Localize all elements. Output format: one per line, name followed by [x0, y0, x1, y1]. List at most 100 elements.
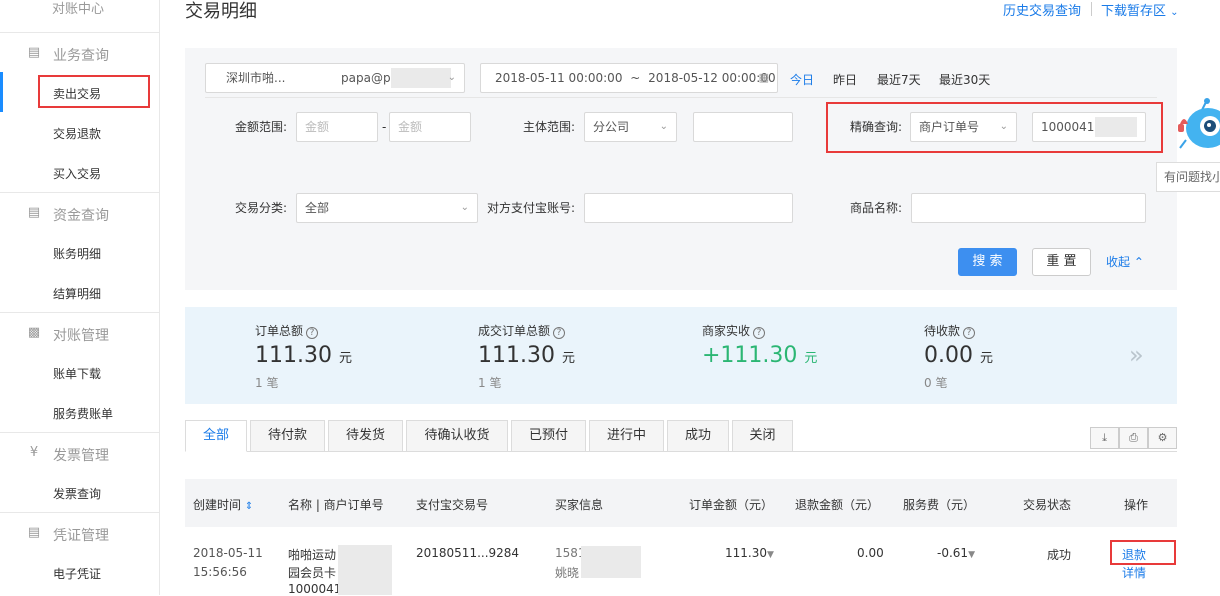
robot-icon — [1178, 98, 1220, 149]
trade-category-select[interactable]: 全部 ⌄ — [296, 193, 478, 223]
redaction-mask — [581, 546, 641, 578]
tab-pending-payment[interactable]: 待付款 — [250, 420, 325, 452]
tab-pending-receipt[interactable]: 待确认收货 — [406, 420, 508, 452]
col-created-time-label: 创建时间 — [193, 498, 242, 512]
col-service-fee: 服务费（元） — [903, 498, 976, 512]
quick-date-7days[interactable]: 最近7天 — [877, 71, 921, 88]
history-query-link[interactable]: 历史交易查询 — [1003, 0, 1081, 19]
sidebar-group-business[interactable]: ▤ 业务查询 — [0, 32, 159, 72]
summary-value-number: 111.30 — [478, 343, 555, 368]
col-alipay-trade-no: 支付宝交易号 — [416, 498, 489, 512]
yen-icon: ¥ — [29, 445, 39, 460]
helper-tooltip[interactable]: 有问题找小 — [1156, 162, 1220, 192]
summary-unit: 元 — [338, 351, 352, 366]
account-name: 深圳市啪... — [226, 71, 286, 85]
col-order-amount: 订单金额（元） — [689, 498, 774, 512]
entity-value: 分公司 — [593, 120, 630, 134]
summary-label-text: 成交订单总额 — [478, 324, 551, 338]
row-name-line2: 园会员卡 — [288, 566, 337, 580]
sidebar-item-service-fee-bill[interactable]: 服务费账单 — [53, 405, 113, 422]
date-range-picker[interactable]: 2018-05-11 00:00:00 ~ 2018-05-12 00:00:0… — [480, 63, 778, 93]
date-end: 2018-05-12 00:00:00 — [648, 71, 776, 85]
tab-prepaid[interactable]: 已预付 — [511, 420, 586, 452]
col-trade-status: 交易状态 — [1023, 498, 1072, 512]
entity-select[interactable]: 分公司 ⌄ — [584, 112, 677, 142]
col-actions: 操作 — [1124, 498, 1149, 512]
table-header: 创建时间 ⇕ 名称 | 商户订单号 支付宝交易号 买家信息 订单金额（元） 退款… — [185, 479, 1177, 527]
header-divider — [1091, 2, 1092, 16]
summary-unit: 元 — [561, 351, 575, 366]
help-icon[interactable]: ? — [753, 327, 766, 339]
amount-range-label: 金额范围: — [235, 120, 288, 134]
tab-all[interactable]: 全部 — [185, 420, 247, 452]
row-refund-amount: 0.00 — [857, 546, 884, 560]
sidebar-group-funds[interactable]: ▤ 资金查询 — [0, 192, 159, 232]
sidebar-item-bill-download[interactable]: 账单下载 — [53, 365, 101, 382]
summary-panel: 订单总额? 111.30 元 1 笔 成交订单总额? 111.30 元 1 笔 … — [185, 307, 1177, 404]
amount-max-input[interactable]: 金额 — [389, 112, 471, 142]
summary-count: 1 笔 — [255, 376, 279, 390]
summary-label-text: 订单总额 — [255, 324, 304, 338]
reset-button[interactable]: 重 置 — [1032, 248, 1091, 276]
settings-icon[interactable]: ⚙ — [1148, 427, 1177, 449]
sidebar-item-buy-trade[interactable]: 买入交易 — [53, 165, 101, 182]
quick-date-today[interactable]: 今日 — [790, 71, 814, 88]
summary-value-number: +111.30 — [702, 343, 798, 368]
help-icon[interactable]: ? — [306, 327, 319, 339]
col-created-time[interactable]: 创建时间 ⇕ — [193, 496, 253, 513]
tab-success[interactable]: 成功 — [667, 420, 729, 452]
quick-date-yesterday[interactable]: 昨日 — [833, 71, 857, 88]
download-icon[interactable]: ⤓ — [1090, 427, 1119, 449]
triangle-down-icon[interactable]: ▼ — [767, 550, 774, 560]
sidebar-group-invoice[interactable]: ¥ 发票管理 — [0, 432, 159, 472]
download-staging-link[interactable]: 下载暂存区 ⌄ — [1101, 0, 1179, 19]
active-indicator — [0, 72, 3, 112]
summary-label: 商家实收? — [702, 322, 766, 339]
amount-separator: - — [382, 120, 387, 134]
detail-link[interactable]: 详情 — [1122, 564, 1146, 581]
counterparty-account-input[interactable] — [584, 193, 793, 223]
sidebar-item-account-detail[interactable]: 账务明细 — [53, 245, 101, 262]
quick-date-30days[interactable]: 最近30天 — [939, 71, 990, 88]
double-chevron-right-icon[interactable]: » — [1129, 341, 1144, 369]
sidebar-group-label: 资金查询 — [53, 208, 109, 224]
sort-icon[interactable]: ⇕ — [245, 501, 253, 512]
help-icon[interactable]: ? — [553, 327, 566, 339]
summary-label: 待收款? — [924, 322, 976, 339]
summary-label: 成交订单总额? — [478, 322, 566, 339]
triangle-down-icon[interactable]: ▼ — [968, 550, 975, 560]
sidebar-item-e-voucher[interactable]: 电子凭证 — [53, 565, 101, 582]
amount-min-input[interactable]: 金额 — [296, 112, 378, 142]
search-button[interactable]: 搜 索 — [958, 248, 1017, 276]
helper-bot-avatar[interactable] — [1172, 96, 1220, 154]
sidebar-item-settlement-detail[interactable]: 结算明细 — [53, 285, 101, 302]
col-name: 名称 | 商户订单号 — [288, 498, 384, 512]
sidebar-item-invoice-query[interactable]: 发票查询 — [53, 485, 101, 502]
tab-closed[interactable]: 关闭 — [732, 420, 793, 452]
filter-panel: 深圳市啪... papa@pa ⌄ 2018-05-11 00:00:00 ~ … — [185, 48, 1177, 290]
date-separator: ~ — [630, 71, 641, 85]
sidebar-item-trade-refund[interactable]: 交易退款 — [53, 125, 101, 142]
col-buyer-info: 买家信息 — [555, 498, 604, 512]
sidebar-group-reconcile[interactable]: ▩ 对账管理 — [0, 312, 159, 352]
help-icon[interactable]: ? — [963, 327, 976, 339]
print-icon[interactable]: ⎙ — [1119, 427, 1148, 449]
tab-in-progress[interactable]: 进行中 — [589, 420, 664, 452]
row-date: 2018-05-11 — [193, 546, 263, 560]
tab-pending-shipment[interactable]: 待发货 — [328, 420, 403, 452]
entity-detail-input[interactable] — [693, 112, 793, 142]
page-title: 交易明细 — [185, 1, 257, 22]
highlight-box-sell-trade — [38, 75, 150, 108]
product-name-input[interactable] — [911, 193, 1146, 223]
summary-label-text: 商家实收 — [702, 324, 751, 338]
sidebar-group-label: 对账管理 — [53, 328, 109, 344]
highlight-box-exact-query — [826, 102, 1163, 153]
sidebar-group-voucher[interactable]: ▤ 凭证管理 — [0, 512, 159, 552]
summary-label: 订单总额? — [255, 322, 319, 339]
chevron-down-icon: ⌄ — [460, 202, 469, 213]
row-trade-no: 20180511...9284 — [416, 546, 520, 560]
chevron-down-icon: ⌄ — [447, 72, 456, 83]
account-select[interactable]: 深圳市啪... papa@pa ⌄ — [205, 63, 465, 93]
sidebar-group-label: 业务查询 — [53, 48, 109, 64]
collapse-link[interactable]: 收起 ⌃ — [1106, 253, 1144, 270]
